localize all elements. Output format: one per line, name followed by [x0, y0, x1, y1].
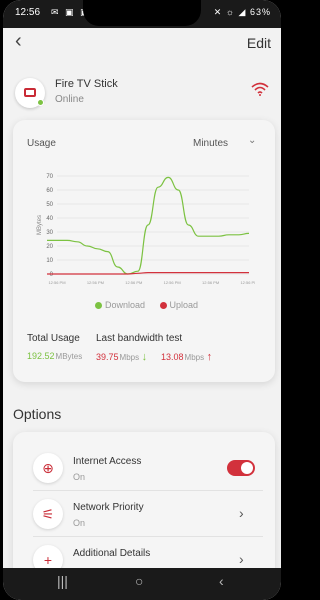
- online-status-dot: [37, 99, 44, 106]
- globe-icon: ⊕: [33, 453, 63, 483]
- x-tick-label: 12:56 PM: [240, 280, 255, 285]
- series-line-download: [47, 176, 250, 275]
- recent-apps-button[interactable]: |||: [57, 573, 68, 589]
- navigation-bar: ||| ○ ‹: [3, 568, 281, 600]
- unit-select[interactable]: Minutes: [193, 138, 228, 149]
- usage-label: Usage: [27, 138, 56, 149]
- divider: [33, 490, 263, 491]
- upload-speed-unit: Mbps: [184, 353, 205, 362]
- y-tick-label: 40: [46, 216, 53, 222]
- total-usage-value: 192.52: [27, 351, 55, 361]
- status-time: 12:56: [15, 7, 41, 18]
- phone-screen: 12:56 ✉ ▣ ▣ • ✕ ☼ ◢ 63% ‹ Edit Fire TV S…: [3, 0, 281, 600]
- chevron-right-icon[interactable]: ›: [239, 505, 244, 521]
- x-tick-label: 12:56 PM: [164, 280, 181, 285]
- x-tick-label: 12:56 PM: [202, 280, 219, 285]
- y-axis-label: MBytes: [37, 215, 43, 235]
- y-tick-label: 10: [46, 258, 53, 264]
- download-speed-stat: 39.75Mbps ↓: [96, 351, 147, 363]
- total-usage-unit: MBytes: [55, 352, 83, 361]
- y-tick-label: 0: [50, 272, 54, 278]
- legend-upload: Upload: [159, 300, 199, 310]
- chevron-down-icon[interactable]: ⌄: [248, 135, 256, 146]
- bandwidth-test-label: Last bandwidth test: [96, 333, 183, 344]
- chevron-right-icon[interactable]: ›: [239, 551, 244, 567]
- legend-download: Download: [95, 300, 145, 310]
- y-tick-label: 50: [46, 202, 53, 208]
- legend-download-label: Download: [105, 300, 146, 310]
- legend-upload-label: Upload: [169, 300, 199, 310]
- device-name: Fire TV Stick: [55, 78, 118, 90]
- x-tick-label: 12:56 PM: [125, 280, 142, 285]
- x-tick-label: 12:56 PM: [87, 280, 104, 285]
- y-tick-label: 70: [46, 174, 53, 180]
- arrow-up-icon: ↑: [206, 351, 213, 363]
- divider: [33, 536, 263, 537]
- tv-icon: [24, 88, 36, 97]
- arrow-down-icon: ↓: [141, 351, 148, 363]
- x-tick-label: 12:56 PM: [48, 280, 65, 285]
- status-right-icons: ✕ ☼ ◢ 63%: [213, 7, 271, 17]
- options-title: Options: [13, 406, 62, 422]
- camera-notch: [83, 0, 201, 26]
- option-internet-access[interactable]: Internet Access: [73, 456, 141, 467]
- total-usage-label: Total Usage: [27, 333, 80, 344]
- upload-speed-stat: 13.08Mbps ↑: [161, 351, 212, 363]
- internet-access-toggle[interactable]: [227, 460, 255, 476]
- home-button[interactable]: ○: [135, 573, 143, 589]
- usage-chart: MBytes 0 10 20 30 40 50 60 70 12:56 PM 12:56 PM 12:…: [37, 174, 255, 285]
- y-tick-label: 20: [46, 244, 53, 250]
- upload-speed-value: 13.08: [161, 352, 184, 362]
- wifi-icon: [251, 82, 269, 101]
- download-speed-value: 39.75: [96, 352, 119, 362]
- option-network-priority-status: On: [73, 518, 86, 528]
- device-avatar: [15, 78, 45, 108]
- back-button[interactable]: ‹: [219, 573, 224, 589]
- option-network-priority[interactable]: Network Priority: [73, 502, 144, 513]
- y-tick-label: 60: [46, 188, 53, 194]
- option-additional-details[interactable]: Additional Details: [73, 548, 150, 559]
- toggle-knob: [241, 462, 253, 474]
- chart-legend: Download Upload: [95, 300, 210, 310]
- device-status: Online: [55, 94, 84, 105]
- back-icon[interactable]: ‹: [15, 30, 35, 52]
- priority-icon: ⚟: [33, 499, 63, 529]
- y-tick-label: 30: [46, 230, 53, 236]
- total-usage-stat: 192.52MBytes: [27, 351, 82, 361]
- download-speed-unit: Mbps: [119, 353, 140, 362]
- edit-button[interactable]: Edit: [247, 35, 271, 51]
- option-internet-access-status: On: [73, 472, 86, 482]
